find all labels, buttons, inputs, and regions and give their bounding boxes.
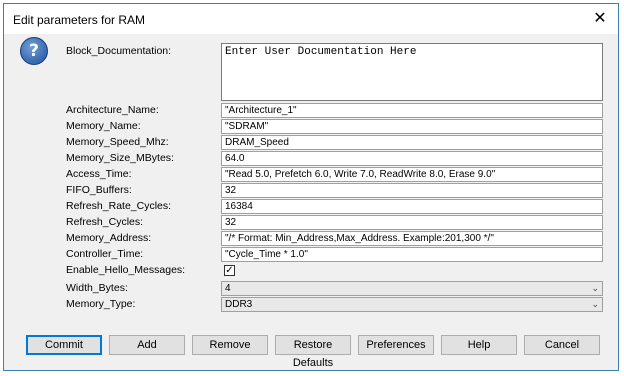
- width-bytes-select[interactable]: 4 ⌄: [221, 281, 603, 296]
- window-title: Edit parameters for RAM: [13, 13, 146, 27]
- memory-address-field[interactable]: "/* Format: Min_Address,Max_Address. Exa…: [221, 231, 603, 246]
- access-time-label: Access_Time:: [66, 168, 132, 180]
- enable-hello-messages-label: Enable_Hello_Messages:: [66, 264, 186, 276]
- fifo-buffers-label: FIFO_Buffers:: [66, 184, 132, 196]
- add-button[interactable]: Add: [109, 335, 185, 355]
- fifo-buffers-field[interactable]: 32: [221, 183, 603, 198]
- cancel-button[interactable]: Cancel: [524, 335, 600, 355]
- refresh-cycles-label: Refresh_Cycles:: [66, 216, 144, 228]
- refresh-cycles-field[interactable]: 32: [221, 215, 603, 230]
- chevron-down-icon: ⌄: [591, 299, 599, 309]
- architecture-name-field[interactable]: "Architecture_1": [221, 103, 603, 118]
- refresh-rate-cycles-label: Refresh_Rate_Cycles:: [66, 200, 172, 212]
- memory-address-label: Memory_Address:: [66, 232, 152, 244]
- memory-name-field[interactable]: "SDRAM": [221, 119, 603, 134]
- width-bytes-label: Width_Bytes:: [66, 282, 128, 294]
- preferences-button[interactable]: Preferences: [358, 335, 434, 355]
- restore-defaults-button[interactable]: Restore Defaults: [275, 335, 351, 369]
- chevron-down-icon: ⌄: [591, 283, 599, 293]
- architecture-name-label: Architecture_Name:: [66, 104, 159, 116]
- help-button[interactable]: Help: [441, 335, 517, 355]
- controller-time-label: Controller_Time:: [66, 248, 144, 260]
- memory-name-label: Memory_Name:: [66, 120, 141, 132]
- refresh-rate-cycles-field[interactable]: 16384: [221, 199, 603, 214]
- block-documentation-textarea[interactable]: Enter User Documentation Here: [221, 43, 603, 101]
- remove-button[interactable]: Remove: [192, 335, 268, 355]
- memory-speed-mhz-label: Memory_Speed_Mhz:: [66, 136, 169, 148]
- title-bar: Edit parameters for RAM ✕: [4, 4, 618, 34]
- memory-size-mbytes-field[interactable]: 64.0: [221, 151, 603, 166]
- close-icon[interactable]: ✕: [588, 8, 612, 30]
- memory-type-label: Memory_Type:: [66, 298, 136, 310]
- controller-time-field[interactable]: "Cycle_Time * 1.0": [221, 247, 603, 262]
- memory-type-select[interactable]: DDR3 ⌄: [221, 297, 603, 312]
- block-documentation-label: Block_Documentation:: [66, 45, 172, 57]
- commit-button[interactable]: Commit: [26, 335, 102, 355]
- memory-speed-mhz-field[interactable]: DRAM_Speed: [221, 135, 603, 150]
- enable-hello-messages-checkbox[interactable]: ✓: [224, 265, 235, 276]
- width-bytes-value: 4: [225, 283, 231, 294]
- access-time-field[interactable]: "Read 5.0, Prefetch 6.0, Write 7.0, Read…: [221, 167, 603, 182]
- question-icon: ?: [20, 37, 48, 65]
- memory-type-value: DDR3: [225, 299, 253, 310]
- memory-size-mbytes-label: Memory_Size_MBytes:: [66, 152, 174, 164]
